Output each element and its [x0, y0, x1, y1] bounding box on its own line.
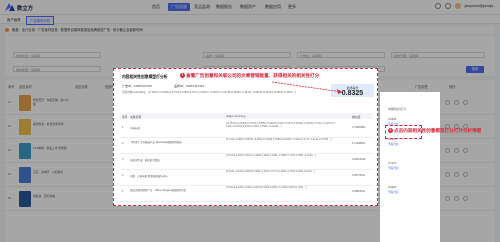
annotation-arrow-icon	[271, 81, 343, 94]
ad-id-row: 广告ID：10057127457	[122, 84, 153, 88]
advertiser-id-row: 品牌ID：10057117421	[174, 84, 205, 88]
score-link[interactable]: 查看分析	[388, 142, 399, 146]
modal-table-header: 序号 关联名称 关联embedding 相似度	[120, 113, 373, 119]
annotation-text: 查看广告创意和关联公司的文章营销能量、获得相关的相关性打分	[186, 73, 320, 78]
modal-table-row: 1 内容标签 [-0.15716,0.22466,0.27716,0.17582…	[120, 121, 373, 138]
score-column-header: 内容相关性打分	[388, 108, 407, 111]
score-link[interactable]: 查看分析	[388, 190, 399, 194]
annotation-badge: 2	[388, 128, 393, 134]
modal-table-row: 3 创意词生成 · 家庭影音套装 [-0.0722,0.1873,0.3021,…	[120, 153, 373, 170]
annotation-badge: 1	[180, 73, 185, 79]
score-value: 0.7471	[388, 162, 397, 165]
score-link[interactable]: 查看分析	[388, 166, 399, 170]
annotation-text: 点击内容相关性创意模型打分打开分析弹窗	[394, 128, 482, 133]
annotation-2: 2 点击内容相关性创意模型打分打开分析弹窗	[388, 128, 498, 134]
modal-table-row: 2 【阿里】东方甄选产品 MovieStar家庭影院娱乐 [0.1412,-0.…	[120, 137, 373, 154]
score-value: 0.6934	[388, 186, 397, 189]
modal-table-row: 5 商品关键词搜索广告 · offline-SCigan 家庭影院系统 [-0.…	[120, 185, 373, 202]
score-value: 0.6325	[388, 118, 397, 121]
relevance-score-column: 内容相关性打分 0.6325 查看分析 0.8325 查看分析 0.7471 查…	[380, 92, 440, 242]
annotation-1: 1 查看广告创意和关联公司的文章营销能量、获得相关的相关性打分	[180, 73, 370, 79]
modal-title: 内容相关性创意模型打分析	[122, 75, 168, 79]
modal-table-row: 4 创意 · 大屏电视 智能家庭娱乐中心 [0.2231,-0.1012,0.0…	[120, 169, 373, 186]
